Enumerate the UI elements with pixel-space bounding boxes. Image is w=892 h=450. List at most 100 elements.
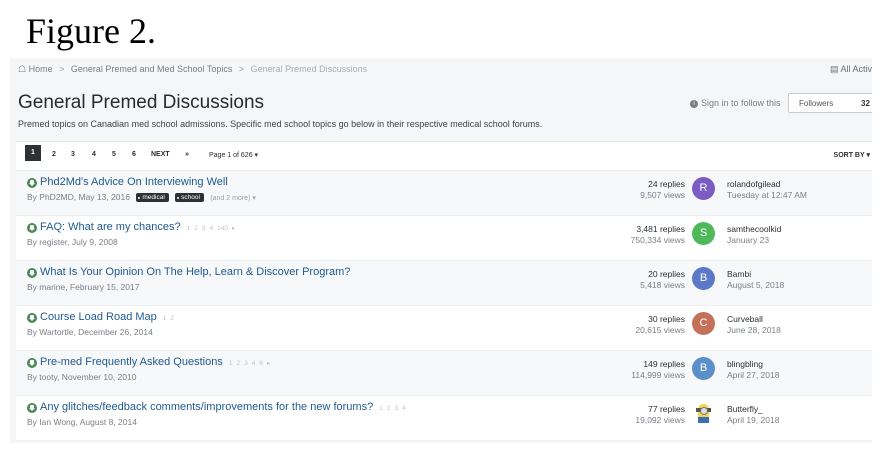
topic-row[interactable]: Pre-med Frequently Asked Questions 1 2 3 4 6 ▸…	[16, 351, 872, 396]
caret-down-icon: ▾	[252, 195, 256, 202]
topic-byline: By marine, February 15, 2017	[27, 282, 140, 292]
avatar[interactable]: B	[692, 267, 715, 290]
reply-count: 24 replies	[648, 179, 685, 189]
topic-row[interactable]: Course Load Road Map 1 2 By Wartortle, Dec…	[16, 306, 872, 351]
last-post-date[interactable]: August 5, 2018	[727, 280, 784, 291]
caret-down-icon: ▾	[866, 152, 870, 159]
home-icon: ☖	[18, 64, 27, 74]
all-activity-link[interactable]: ▤ All Activ	[830, 64, 872, 75]
topic-byline: By Ian Wong, August 8, 2014	[27, 417, 137, 427]
view-count: 9,507 views	[640, 190, 685, 200]
followers-button[interactable]: Followers 32	[788, 93, 872, 113]
page-1-button[interactable]: 1	[25, 145, 41, 161]
sign-in-to-follow[interactable]: i Sign in to follow this	[690, 98, 781, 108]
mini-page-link[interactable]: 4	[252, 360, 256, 367]
sort-by-label: SORT BY	[833, 152, 865, 159]
topic-mini-pagination: 1 2 3 4 6 ▸	[229, 360, 274, 367]
view-count: 5,418 views	[640, 280, 685, 290]
chevron-right-icon: ▸	[266, 360, 271, 367]
chevron-right-icon: ▸	[231, 225, 236, 232]
last-poster[interactable]: samthecoolkid	[727, 224, 781, 235]
last-poster[interactable]: blingbling	[727, 359, 779, 370]
mini-page-link[interactable]: 1	[379, 405, 383, 412]
topic-title[interactable]: FAQ: What are my chances? 1 2 3 4 140 ▸	[40, 221, 239, 233]
pinned-icon	[27, 223, 37, 233]
mini-page-link[interactable]: 3	[394, 405, 398, 412]
reply-count: 30 replies	[648, 314, 685, 324]
more-tags-label: (and 2 more)	[210, 195, 251, 202]
last-poster[interactable]: Butterfly_	[727, 404, 779, 415]
topic-stats: 77 replies 19,092 views	[635, 404, 685, 426]
topic-title[interactable]: Any glitches/feedback comments/improveme…	[40, 401, 410, 413]
last-post-date[interactable]: April 27, 2018	[727, 370, 779, 381]
minion-eye	[700, 407, 708, 415]
last-poster[interactable]: rolandofgilead	[727, 179, 807, 190]
topic-stats: 30 replies 20,615 views	[635, 314, 685, 336]
tag-medical[interactable]: medical	[136, 193, 169, 202]
last-post: Curveball June 28, 2018	[727, 314, 781, 336]
mini-page-link[interactable]: 2	[194, 225, 198, 232]
avatar[interactable]: B	[692, 357, 715, 380]
breadcrumb-level1[interactable]: General Premed and Med School Topics	[71, 64, 232, 74]
mini-page-link[interactable]: 3	[244, 360, 248, 367]
page-3-button[interactable]: 3	[71, 151, 75, 158]
page-description: Premed topics on Canadian med school adm…	[18, 119, 543, 129]
next-page-button[interactable]: NEXT	[151, 151, 170, 158]
avatar[interactable]: C	[692, 312, 715, 335]
page-6-button[interactable]: 6	[132, 151, 136, 158]
last-poster[interactable]: Bambi	[727, 269, 784, 280]
last-post-date[interactable]: June 28, 2018	[727, 325, 781, 336]
page-5-button[interactable]: 5	[112, 151, 116, 158]
topic-row[interactable]: What Is Your Opinion On The Help, Learn …	[16, 261, 872, 306]
last-post-date[interactable]: January 23	[727, 235, 781, 246]
last-page-button[interactable]: »	[185, 151, 189, 158]
topic-row[interactable]: Phd2Md's Advice On Interviewing Well By …	[16, 171, 872, 216]
topic-byline: By PhD2MD, May 13, 2016 medical school (…	[27, 192, 256, 202]
last-post: Bambi August 5, 2018	[727, 269, 784, 291]
topic-row[interactable]: FAQ: What are my chances? 1 2 3 4 140 ▸ By reg…	[16, 216, 872, 261]
mini-page-link[interactable]: 1	[163, 315, 167, 322]
topic-title[interactable]: Phd2Md's Advice On Interviewing Well	[40, 176, 228, 188]
topic-stats: 149 replies 114,999 views	[631, 359, 685, 381]
topic-title[interactable]: What Is Your Opinion On The Help, Learn …	[40, 266, 350, 278]
avatar[interactable]: R	[692, 177, 715, 200]
info-icon: i	[690, 99, 698, 108]
all-activity-label: All Activ	[840, 64, 872, 74]
mini-page-link[interactable]: 6	[259, 360, 263, 367]
topic-row[interactable]: Any glitches/feedback comments/improveme…	[16, 396, 872, 441]
topic-title[interactable]: Pre-med Frequently Asked Questions 1 2 3 4 6 ▸	[40, 356, 274, 368]
topic-author-date: By PhD2MD, May 13, 2016	[27, 192, 130, 202]
followers-label: Followers	[799, 99, 834, 108]
breadcrumb-separator: >	[59, 64, 65, 74]
mini-page-link[interactable]: 1	[187, 225, 191, 232]
mini-page-link[interactable]: 2	[170, 315, 174, 322]
last-poster[interactable]: Curveball	[727, 314, 781, 325]
last-post-date[interactable]: Tuesday at 12:47 AM	[727, 190, 807, 201]
tag-school[interactable]: school	[175, 193, 204, 202]
topic-list: 1 2 3 4 5 6 NEXT » Page 1 of 626 ▾ SORT …	[16, 141, 872, 441]
activity-icon: ▤	[829, 64, 839, 74]
mini-page-link[interactable]: 140	[217, 225, 228, 232]
sort-by-dropdown[interactable]: SORT BY ▾	[834, 151, 870, 159]
more-tags-toggle[interactable]: (and 2 more) ▾	[210, 195, 256, 202]
page-jump-dropdown[interactable]: Page 1 of 626 ▾	[209, 151, 258, 159]
mini-page-link[interactable]: 2	[387, 405, 391, 412]
avatar[interactable]	[692, 402, 715, 425]
mini-page-link[interactable]: 3	[202, 225, 206, 232]
topic-title[interactable]: Course Load Road Map 1 2	[40, 311, 178, 323]
topic-title-text: Pre-med Frequently Asked Questions	[40, 356, 223, 368]
avatar[interactable]: S	[692, 222, 715, 245]
mini-page-link[interactable]: 4	[210, 225, 214, 232]
page-2-button[interactable]: 2	[52, 151, 56, 158]
view-count: 750,334 views	[630, 235, 685, 245]
page-4-button[interactable]: 4	[92, 151, 96, 158]
minion-pants	[698, 417, 709, 423]
mini-page-link[interactable]: 2	[236, 360, 240, 367]
mini-page-link[interactable]: 4	[402, 405, 406, 412]
pagination: 1 2 3 4 5 6 NEXT » Page 1 of 626 ▾ SORT …	[16, 142, 872, 171]
mini-page-link[interactable]: 1	[229, 360, 233, 367]
last-post-date[interactable]: April 19, 2018	[727, 415, 779, 426]
breadcrumb-separator: >	[238, 64, 245, 74]
breadcrumb-home[interactable]: Home	[29, 64, 53, 74]
page-of-label: Page 1 of 626	[209, 152, 253, 159]
